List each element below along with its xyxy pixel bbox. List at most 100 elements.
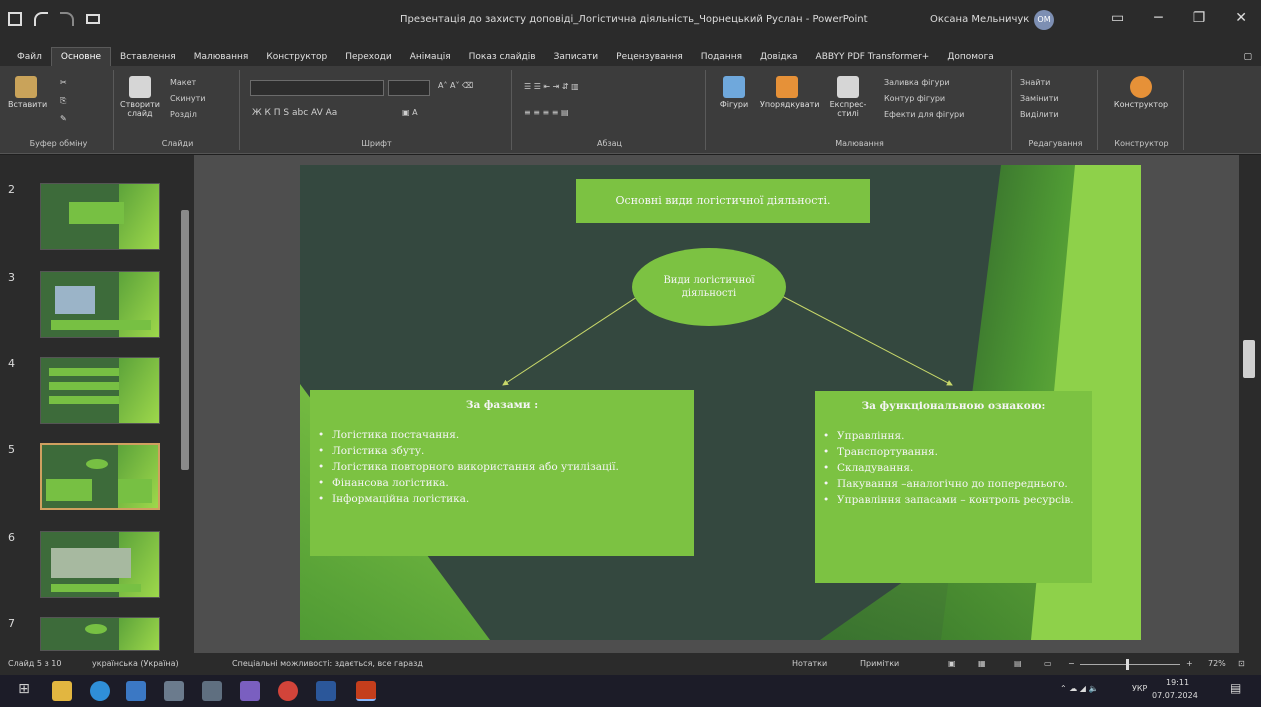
clock-time[interactable]: 19:11	[1166, 678, 1189, 687]
slide-sorter-icon[interactable]: ▦	[978, 659, 986, 668]
tab-design[interactable]: Конструктор	[257, 48, 336, 66]
tab-draw[interactable]: Малювання	[185, 48, 258, 66]
designer-button[interactable]: Конструктор	[1106, 76, 1176, 109]
tab-animations[interactable]: Анімація	[401, 48, 460, 66]
tab-insert[interactable]: Вставлення	[111, 48, 185, 66]
tray-icons[interactable]: ⌃ ☁ ◢ 🔈	[1060, 684, 1098, 693]
close-icon[interactable]: ✕	[1235, 10, 1247, 26]
slide-title[interactable]: Основні види логістичної діяльності.	[576, 179, 870, 223]
thumbnail-slide-3[interactable]	[40, 271, 160, 338]
present-icon[interactable]	[86, 14, 100, 24]
font-color-icon[interactable]: ▣ A	[402, 108, 418, 117]
shape-effects-button[interactable]: Ефекти для фігури	[884, 110, 964, 119]
redo-icon[interactable]	[60, 12, 74, 26]
user-name[interactable]: Оксана Мельничук	[930, 14, 1029, 25]
select-button[interactable]: Виділити	[1020, 110, 1059, 119]
group-paragraph: ☰ ☰ ⇤ ⇥ ⇵ ▥ ≡ ≡ ≡ ≡ ▤ Абзац	[514, 70, 706, 150]
cut-icon[interactable]: ✂	[60, 78, 67, 87]
phases-list: Логістика постачання. Логістика збуту. Л…	[310, 427, 694, 507]
group-slides: Створити слайд Макет Скинути Розділ Слай…	[116, 70, 240, 150]
tab-review[interactable]: Рецензування	[607, 48, 692, 66]
arrange-button[interactable]: Упорядкувати	[760, 76, 819, 109]
thumbnails-scroll-thumb[interactable]	[181, 210, 189, 470]
tab-view[interactable]: Подання	[692, 48, 751, 66]
thumbnail-slide-7[interactable]	[40, 617, 160, 651]
reading-view-icon[interactable]: ▤	[1014, 659, 1022, 668]
comments-button[interactable]: Примітки	[860, 659, 899, 668]
functions-box[interactable]: За функціональною ознакою: Управління. Т…	[815, 391, 1092, 583]
zoom-slider[interactable]	[1080, 664, 1180, 665]
tab-help[interactable]: Довідка	[751, 48, 807, 66]
word-icon[interactable]	[316, 681, 336, 701]
align-icons[interactable]: ≡ ≡ ≡ ≡ ▤	[524, 108, 569, 117]
maximize-icon[interactable]: ❐	[1193, 10, 1206, 26]
normal-view-icon[interactable]: ▣	[948, 659, 956, 668]
comments-icon[interactable]: ▢	[1234, 48, 1261, 66]
thumbnail-slide-6[interactable]	[40, 531, 160, 598]
tab-record[interactable]: Записати	[545, 48, 608, 66]
save-icon[interactable]	[8, 12, 22, 26]
thumbnail-slide-5[interactable]	[40, 443, 160, 510]
chrome-icon[interactable]	[278, 681, 298, 701]
zoom-slider-knob[interactable]	[1126, 659, 1129, 670]
slideshow-icon[interactable]: ▭	[1044, 659, 1052, 668]
tab-home[interactable]: Основне	[50, 47, 112, 66]
shape-fill-button[interactable]: Заливка фігури	[884, 78, 950, 87]
notes-button[interactable]: Нотатки	[792, 659, 827, 668]
file-explorer-icon[interactable]	[52, 681, 72, 701]
font-name-combo[interactable]	[250, 80, 384, 96]
thumbnail-slide-4[interactable]	[40, 357, 160, 424]
font-grow-icon[interactable]: A˄ A˅ ⌫	[438, 81, 473, 90]
find-button[interactable]: Знайти	[1020, 78, 1050, 87]
editor-scroll-thumb[interactable]	[1243, 340, 1255, 378]
edge-icon[interactable]	[90, 681, 110, 701]
windows-start-icon[interactable]: ⊞	[14, 681, 34, 701]
thumbnail-slide-2[interactable]	[40, 183, 160, 250]
tab-tell-me[interactable]: Допомога	[938, 48, 1002, 66]
store-icon[interactable]	[126, 681, 146, 701]
editor-scrollbar[interactable]	[1239, 155, 1261, 653]
language-status[interactable]: українська (Україна)	[92, 659, 179, 668]
minimize-icon[interactable]: ─	[1154, 10, 1162, 26]
zoom-level[interactable]: 72%	[1208, 659, 1226, 668]
font-size-combo[interactable]	[388, 80, 430, 96]
slide-canvas[interactable]: Основні види логістичної діяльності. Вид…	[300, 165, 1141, 640]
powerpoint-taskbar-icon[interactable]	[356, 681, 376, 701]
new-slide-button[interactable]: Створити слайд	[120, 76, 160, 118]
shapes-icon	[723, 76, 745, 98]
calculator-icon[interactable]	[202, 681, 222, 701]
shape-outline-button[interactable]: Контур фігури	[884, 94, 945, 103]
clock-date[interactable]: 07.07.2024	[1152, 691, 1198, 700]
reset-button[interactable]: Скинути	[170, 94, 205, 103]
section-button[interactable]: Розділ	[170, 110, 197, 119]
notifications-icon[interactable]: ▤	[1230, 681, 1241, 695]
quick-styles-button[interactable]: Експрес-стилі	[820, 76, 876, 118]
group-label-slides: Слайди	[161, 139, 194, 148]
tab-slideshow[interactable]: Показ слайдів	[460, 48, 545, 66]
format-painter-icon[interactable]: ✎	[60, 114, 67, 123]
copy-icon[interactable]: ⎘	[60, 96, 66, 106]
phases-heading: За фазами :	[465, 399, 539, 411]
zoom-in-icon[interactable]: +	[1186, 659, 1193, 668]
tab-file[interactable]: Файл	[8, 48, 51, 66]
bullets-icon[interactable]: ☰ ☰ ⇤ ⇥ ⇵ ▥	[524, 82, 579, 91]
undo-icon[interactable]	[34, 12, 48, 26]
ribbon-display-icon[interactable]: ▭	[1111, 10, 1124, 26]
paste-button[interactable]: Вставити	[8, 76, 47, 109]
window-controls: ▭ ─ ❐ ✕	[1111, 10, 1247, 26]
center-ellipse[interactable]: Види логістичної діяльності	[632, 248, 786, 326]
fit-slide-icon[interactable]: ⊡	[1238, 659, 1245, 668]
shapes-button[interactable]: Фігури	[714, 76, 754, 109]
phases-box[interactable]: За фазами : Логістика постачання. Логіст…	[310, 390, 694, 556]
settings-icon[interactable]	[164, 681, 184, 701]
tab-transitions[interactable]: Переходи	[336, 48, 400, 66]
app-icon[interactable]	[240, 681, 260, 701]
tab-abbyy[interactable]: ABBYY PDF Transformer+	[807, 48, 939, 66]
input-language[interactable]: УКР	[1132, 684, 1147, 693]
avatar[interactable]: ОМ	[1034, 10, 1054, 30]
layout-button[interactable]: Макет	[170, 78, 196, 87]
accessibility-status[interactable]: Спеціальні можливості: здається, все гар…	[232, 659, 423, 668]
font-format-buttons[interactable]: Ж К П S abc AV Aa	[252, 108, 337, 118]
replace-button[interactable]: Замінити	[1020, 94, 1059, 103]
zoom-out-icon[interactable]: −	[1068, 659, 1075, 668]
